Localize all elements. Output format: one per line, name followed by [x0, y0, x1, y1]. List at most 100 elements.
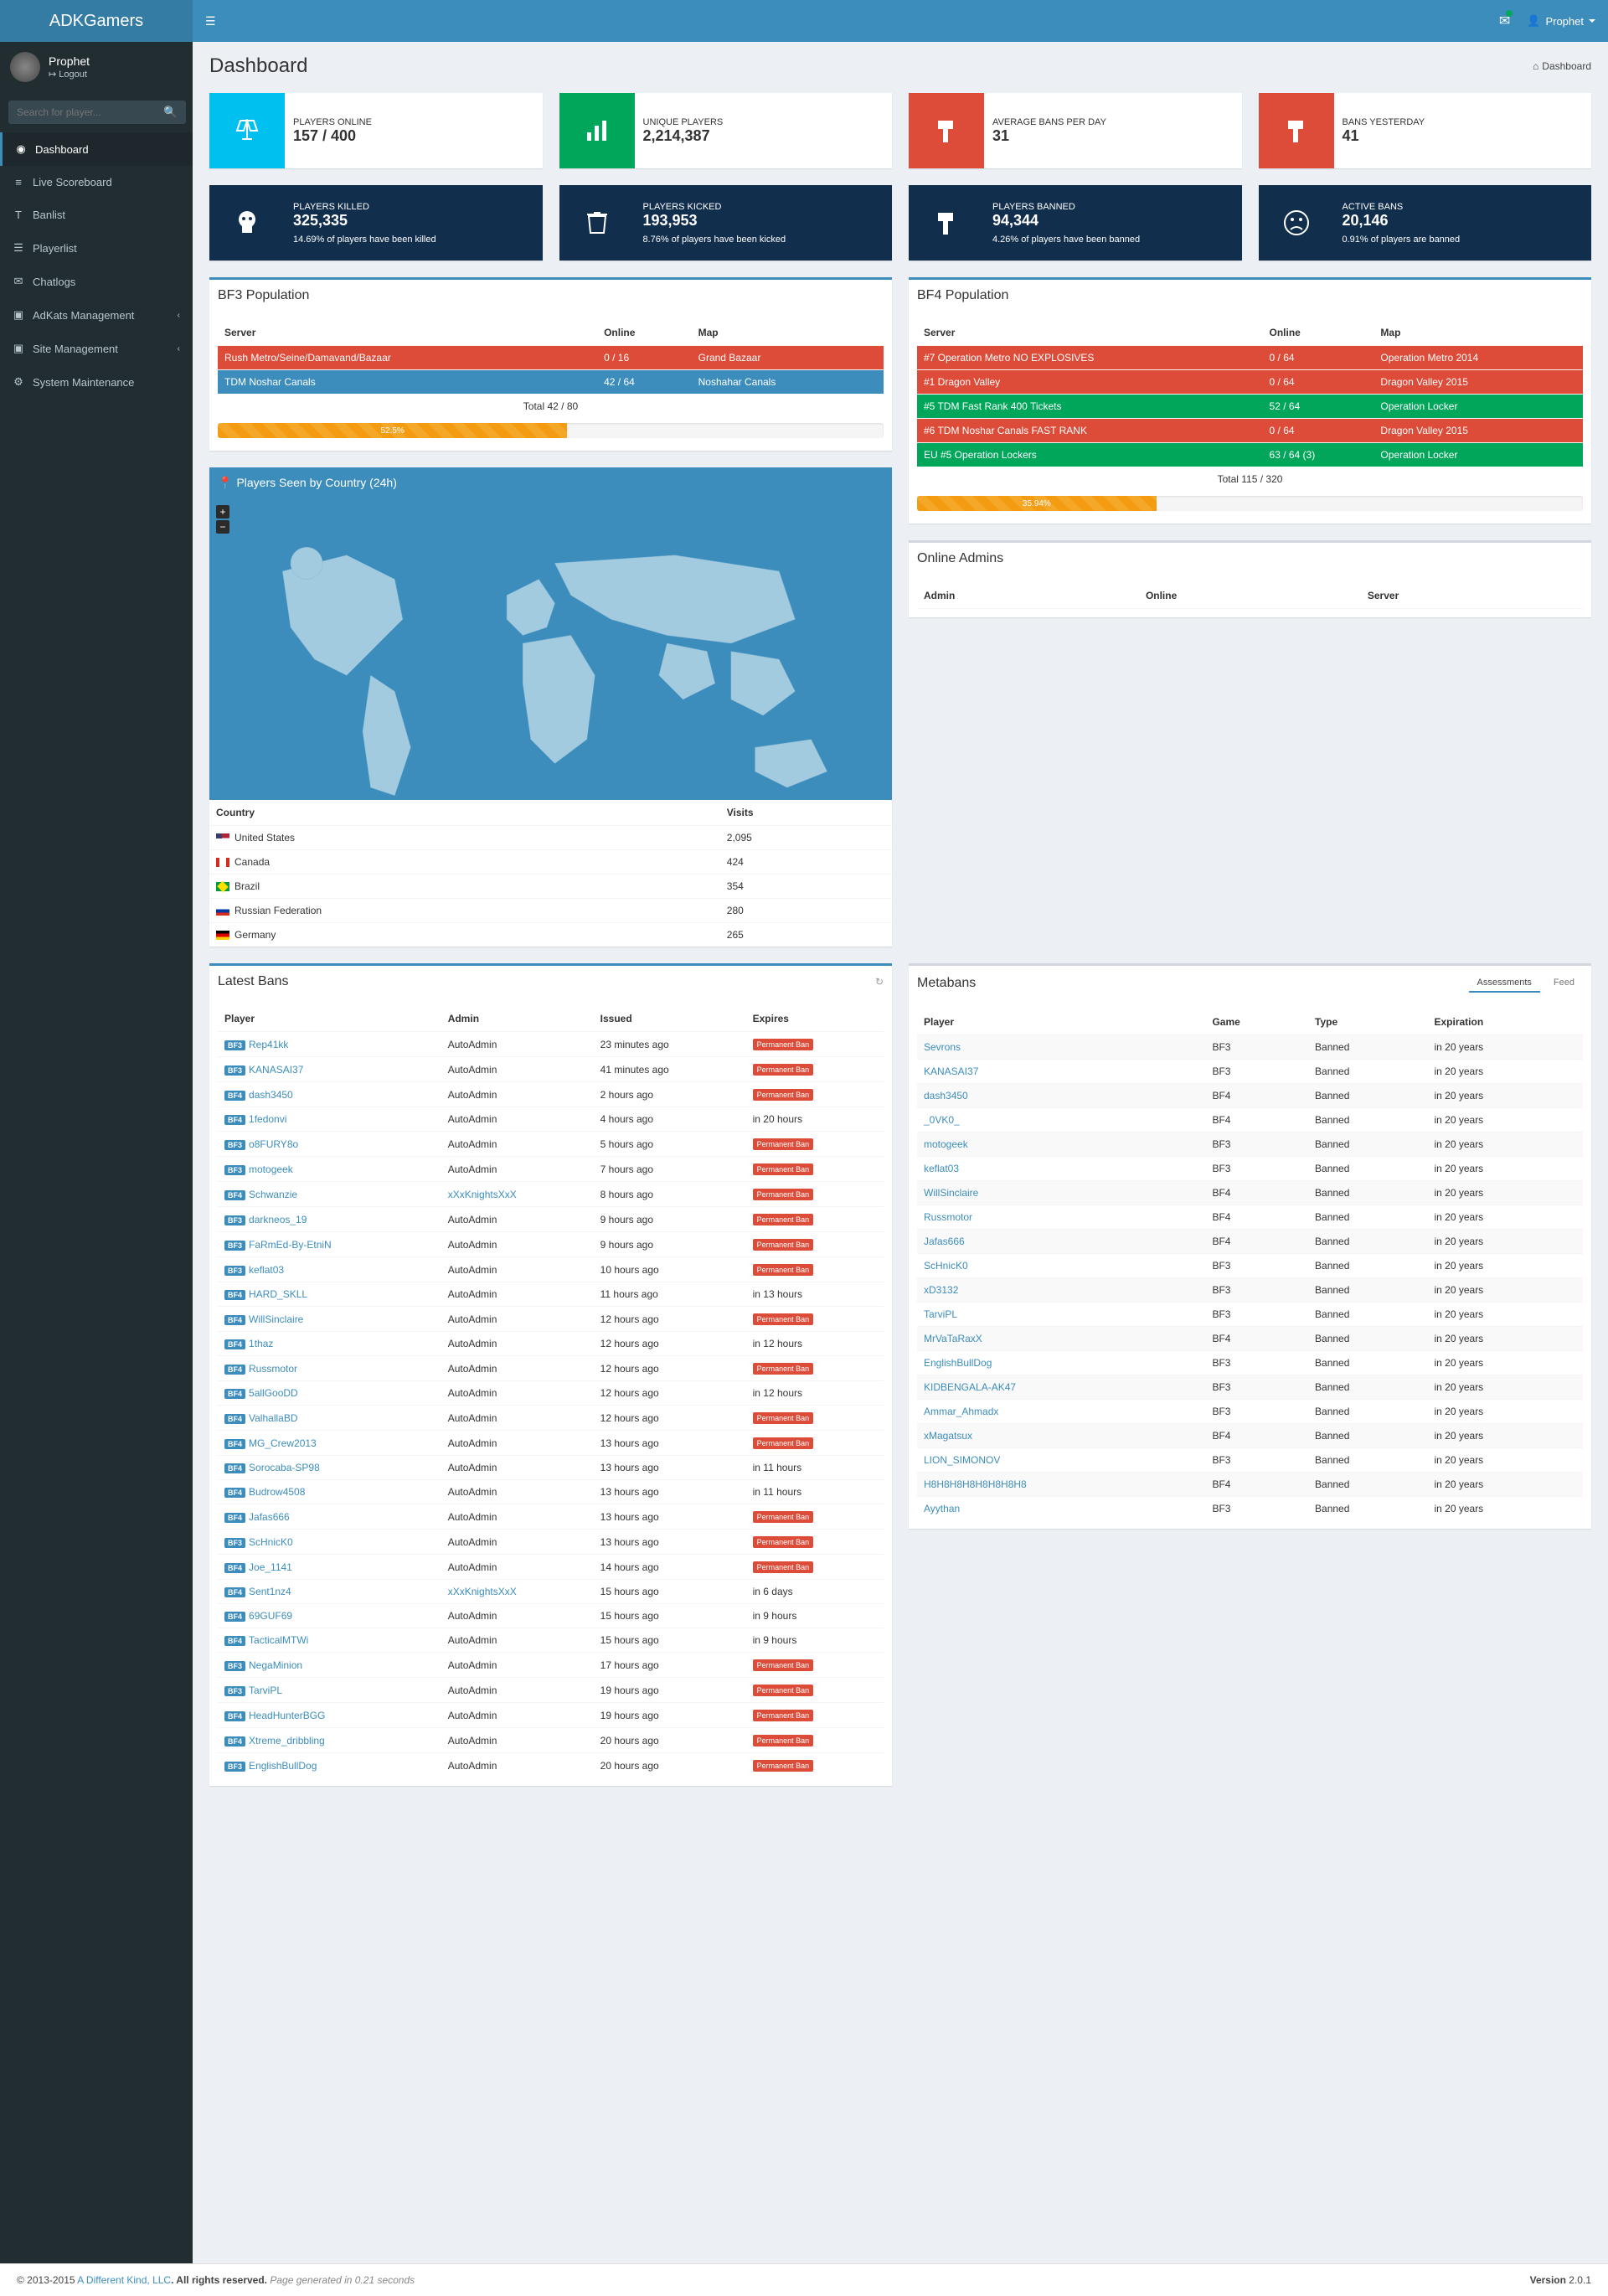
- player-link[interactable]: KANASAI37: [249, 1064, 303, 1076]
- user-menu[interactable]: 👤 Prophet: [1527, 14, 1595, 28]
- ban-row: BF3o8FURY8oAutoAdmin5 hours agoPermanent…: [218, 1132, 884, 1157]
- player-link[interactable]: ScHnicK0: [924, 1260, 968, 1272]
- tab-feed[interactable]: Feed: [1545, 974, 1583, 993]
- sidebar-item-dashboard[interactable]: ◉Dashboard: [0, 132, 193, 166]
- player-link[interactable]: MG_Crew2013: [249, 1437, 317, 1449]
- player-link[interactable]: Russmotor: [924, 1211, 972, 1223]
- game-badge: BF4: [224, 1389, 245, 1399]
- sidebar-item-system-maintenance[interactable]: ⚙System Maintenance: [0, 365, 193, 399]
- player-link[interactable]: Budrow4508: [249, 1486, 305, 1498]
- logout-link[interactable]: ↦ Logout: [49, 70, 87, 80]
- player-link[interactable]: Xtreme_dribbling: [249, 1735, 325, 1747]
- search-button[interactable]: 🔍: [155, 101, 186, 124]
- player-link[interactable]: Ayythan: [924, 1503, 960, 1514]
- player-link[interactable]: ScHnicK0: [249, 1536, 293, 1548]
- player-link[interactable]: TacticalMTWi: [249, 1634, 308, 1646]
- player-link[interactable]: Russmotor: [249, 1363, 297, 1375]
- game-badge: BF3: [224, 1241, 245, 1251]
- zoom-in-button[interactable]: +: [216, 505, 229, 519]
- player-link[interactable]: Sevrons: [924, 1041, 961, 1053]
- player-link[interactable]: KIDBENGALA-AK47: [924, 1381, 1016, 1393]
- game-badge: BF4: [224, 1736, 245, 1747]
- player-link[interactable]: Sorocaba-SP98: [249, 1462, 320, 1473]
- player-link[interactable]: keflat03: [249, 1264, 284, 1276]
- admin-link[interactable]: xXxKnightsXxX: [448, 1189, 517, 1200]
- player-link[interactable]: 1thaz: [249, 1338, 273, 1349]
- sidebar-item-adkats-management[interactable]: ▣AdKats Management‹: [0, 298, 193, 332]
- player-link[interactable]: Ammar_Ahmadx: [924, 1406, 998, 1417]
- bf4-population-box: BF4 Population ServerOnlineMap#7 Operati…: [909, 277, 1591, 524]
- player-link[interactable]: WillSinclaire: [924, 1187, 978, 1199]
- ban-row: BF3EnglishBullDogAutoAdmin20 hours agoPe…: [218, 1753, 884, 1778]
- bf4-progress: 35.94%: [917, 496, 1157, 511]
- sidebar-item-playerlist[interactable]: ☰Playerlist: [0, 231, 193, 265]
- metaban-row: KANASAI37BF3Bannedin 20 years: [917, 1060, 1583, 1084]
- player-link[interactable]: WillSinclaire: [249, 1313, 303, 1325]
- player-link[interactable]: EnglishBullDog: [924, 1357, 992, 1369]
- server-row[interactable]: #6 TDM Noshar Canals FAST RANK0 / 64Drag…: [917, 419, 1583, 443]
- server-row[interactable]: #5 TDM Fast Rank 400 Tickets52 / 64Opera…: [917, 395, 1583, 419]
- ban-row: BF4RussmotorAutoAdmin12 hours agoPermane…: [218, 1356, 884, 1381]
- player-link[interactable]: Schwanzie: [249, 1189, 297, 1200]
- ban-row: BF4ValhallaBDAutoAdmin12 hours agoPerman…: [218, 1406, 884, 1431]
- permanent-ban-badge: Permanent Ban: [753, 1760, 814, 1772]
- player-link[interactable]: Rep41kk: [249, 1039, 288, 1050]
- zoom-out-button[interactable]: −: [216, 520, 229, 534]
- server-row[interactable]: TDM Noshar Canals42 / 64Noshahar Canals: [218, 370, 884, 395]
- player-link[interactable]: Jafas666: [924, 1236, 965, 1247]
- home-icon: ⌂: [1533, 60, 1538, 72]
- server-row[interactable]: Rush Metro/Seine/Damavand/Bazaar0 / 16Gr…: [218, 346, 884, 370]
- player-link[interactable]: 5allGooDD: [249, 1387, 298, 1399]
- menu-icon: ✉: [13, 275, 24, 288]
- sidebar-item-live-scoreboard[interactable]: ≡Live Scoreboard: [0, 166, 193, 199]
- admin-link[interactable]: xXxKnightsXxX: [448, 1586, 517, 1597]
- game-badge: BF4: [224, 1636, 245, 1646]
- player-link[interactable]: HARD_SKLL: [249, 1288, 307, 1300]
- player-link[interactable]: HeadHunterBGG: [249, 1710, 325, 1721]
- server-row[interactable]: EU #5 Operation Lockers63 / 64 (3)Operat…: [917, 443, 1583, 467]
- player-link[interactable]: 1fedonvi: [249, 1113, 286, 1125]
- player-link[interactable]: NegaMinion: [249, 1659, 302, 1671]
- player-link[interactable]: TarviPL: [924, 1308, 957, 1320]
- sidebar-item-chatlogs[interactable]: ✉Chatlogs: [0, 265, 193, 298]
- logo[interactable]: ADKGamers: [0, 0, 193, 42]
- player-link[interactable]: Sent1nz4: [249, 1586, 291, 1597]
- player-link[interactable]: dash3450: [249, 1089, 293, 1101]
- metaban-row: motogeekBF3Bannedin 20 years: [917, 1133, 1583, 1157]
- world-map[interactable]: [234, 515, 875, 836]
- player-link[interactable]: MrVaTaRaxX: [924, 1333, 982, 1344]
- search-input[interactable]: [8, 101, 155, 124]
- refresh-icon[interactable]: ↻: [875, 976, 884, 988]
- player-link[interactable]: TarviPL: [249, 1685, 282, 1696]
- player-link[interactable]: motogeek: [249, 1163, 293, 1175]
- player-link[interactable]: KANASAI37: [924, 1065, 978, 1077]
- player-link[interactable]: _0VK0_: [924, 1114, 960, 1126]
- tab-assessments[interactable]: Assessments: [1469, 974, 1540, 993]
- permanent-ban-badge: Permanent Ban: [753, 1214, 814, 1225]
- player-link[interactable]: xMagatsux: [924, 1430, 972, 1442]
- sidebar-toggle[interactable]: ☰: [205, 14, 216, 28]
- player-link[interactable]: Jafas666: [249, 1511, 290, 1523]
- player-link[interactable]: H8H8H8H8H8H8H8H8: [924, 1478, 1027, 1490]
- player-link[interactable]: Joe_1141: [249, 1561, 292, 1573]
- player-link[interactable]: dash3450: [924, 1090, 968, 1102]
- mail-icon[interactable]: ✉: [1499, 13, 1510, 29]
- breadcrumb[interactable]: ⌂Dashboard: [1533, 60, 1591, 72]
- footer-brand-link[interactable]: A Different Kind, LLC: [77, 2274, 171, 2286]
- player-link[interactable]: EnglishBullDog: [249, 1760, 317, 1772]
- player-link[interactable]: keflat03: [924, 1163, 959, 1174]
- bf4-total: Total 115 / 320: [917, 467, 1583, 492]
- ban-row: BF3keflat03AutoAdmin10 hours agoPermanen…: [218, 1257, 884, 1282]
- player-link[interactable]: 69GUF69: [249, 1610, 292, 1622]
- player-link[interactable]: o8FURY8o: [249, 1138, 298, 1150]
- player-link[interactable]: motogeek: [924, 1138, 968, 1150]
- player-link[interactable]: xD3132: [924, 1284, 958, 1296]
- sidebar-item-site-management[interactable]: ▣Site Management‹: [0, 332, 193, 365]
- server-row[interactable]: #7 Operation Metro NO EXPLOSIVES0 / 64Op…: [917, 346, 1583, 370]
- sidebar-item-banlist[interactable]: TBanlist: [0, 199, 193, 231]
- player-link[interactable]: darkneos_19: [249, 1214, 307, 1225]
- player-link[interactable]: FaRmEd-By-EtniN: [249, 1239, 332, 1251]
- server-row[interactable]: #1 Dragon Valley0 / 64Dragon Valley 2015: [917, 370, 1583, 395]
- player-link[interactable]: ValhallaBD: [249, 1412, 297, 1424]
- player-link[interactable]: LION_SIMONOV: [924, 1454, 1000, 1466]
